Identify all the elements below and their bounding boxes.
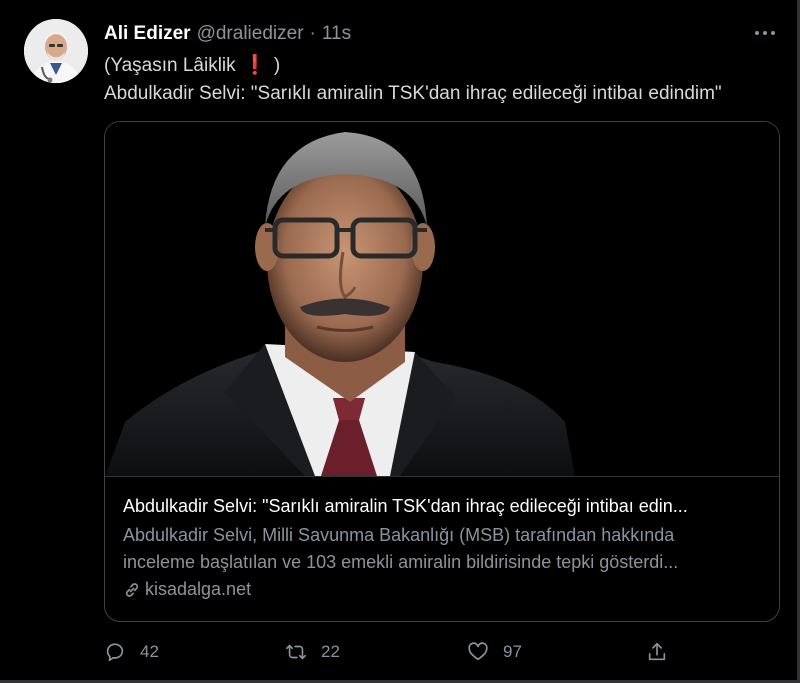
avatar[interactable] bbox=[24, 19, 88, 83]
card-domain-text: kisadalga.net bbox=[145, 579, 252, 599]
card-image[interactable] bbox=[105, 122, 779, 477]
author-name[interactable]: Ali Edizer bbox=[104, 23, 191, 45]
tweet-text-line-1: (Yaşasın Lâiklik ❗ ) bbox=[104, 52, 722, 80]
card-description: Abdulkadir Selvi, Milli Savunma Bakanlığ… bbox=[123, 522, 763, 576]
like-button[interactable]: 97 bbox=[467, 638, 522, 666]
more-icon[interactable] bbox=[752, 22, 780, 42]
card-domain[interactable]: kisadalga.net bbox=[123, 579, 763, 600]
tweet-text-line-2: Abdulkadir Selvi: "Sarıklı amiralin TSK'… bbox=[104, 83, 722, 104]
separator-dot: · bbox=[309, 23, 316, 44]
link-icon bbox=[125, 582, 139, 597]
card-title[interactable]: Abdulkadir Selvi: "Sarıklı amiralin TSK'… bbox=[123, 494, 763, 518]
card-description-line-1: Abdulkadir Selvi, Milli Savunma Bakanlığ… bbox=[123, 525, 675, 545]
share-icon bbox=[648, 642, 666, 661]
tweet-time[interactable]: 11s bbox=[322, 23, 351, 45]
retweet-count: 22 bbox=[321, 642, 340, 661]
reply-icon bbox=[106, 643, 124, 662]
tweet-header: Ali Edizer @draliedizer · 11s bbox=[104, 22, 351, 46]
tweet-text: (Yaşasın Lâiklik ❗ ) Abdulkadir Selvi: "… bbox=[104, 52, 722, 108]
like-count: 97 bbox=[503, 642, 522, 661]
card-body: Abdulkadir Selvi: "Sarıklı amiralin TSK'… bbox=[123, 494, 763, 600]
exclamation-emoji: ❗ bbox=[242, 55, 267, 76]
tweet-text-part: (Yaşasın Lâiklik bbox=[104, 55, 236, 76]
retweet-button[interactable]: 22 bbox=[285, 638, 340, 666]
retweet-icon bbox=[286, 644, 306, 660]
reply-count: 42 bbox=[140, 642, 159, 661]
tweet-actions: 42 22 97 bbox=[104, 638, 684, 666]
link-card[interactable]: Abdulkadir Selvi: "Sarıklı amiralin TSK'… bbox=[104, 121, 780, 622]
share-button[interactable] bbox=[646, 638, 668, 666]
like-icon bbox=[468, 642, 488, 661]
reply-button[interactable]: 42 bbox=[104, 638, 159, 666]
card-description-line-2: inceleme başlatılan ve 103 emekli amiral… bbox=[123, 552, 679, 572]
tweet-text-part: ) bbox=[273, 55, 281, 76]
author-handle[interactable]: @draliedizer bbox=[197, 23, 304, 45]
